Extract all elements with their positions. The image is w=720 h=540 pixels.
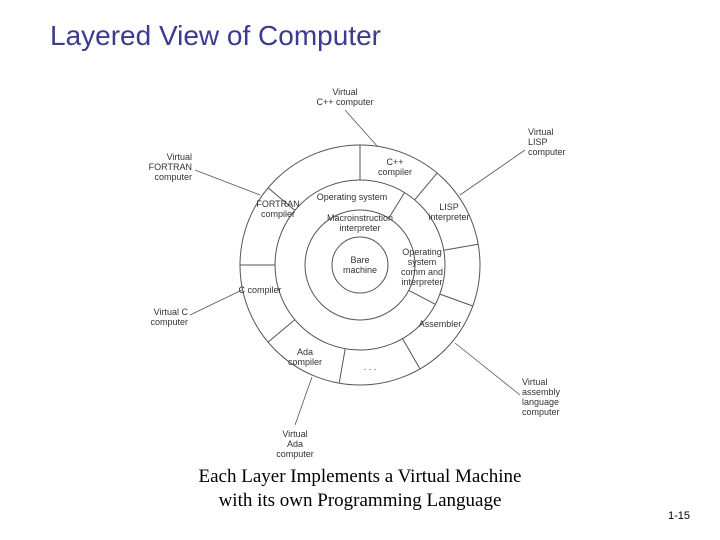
co1-1: Virtual	[528, 127, 553, 137]
co0-2: C++ computer	[316, 97, 373, 107]
r4-s3-1: Assembler	[419, 319, 462, 329]
center-label-1: Bare	[350, 255, 369, 265]
co5-1: Virtual	[167, 152, 192, 162]
co0-1: Virtual	[332, 87, 357, 97]
ring2-label-1: Macroinstruction	[327, 213, 393, 223]
r4-s6-2: compiler	[288, 357, 322, 367]
r4-s8-2: compiler	[261, 209, 295, 219]
r4-s0-2: compiler	[378, 167, 412, 177]
ring3-r3: comm and	[401, 267, 443, 277]
co2-2: assembly	[522, 387, 561, 397]
ring2-label-2: interpreter	[339, 223, 380, 233]
caption-line-1: Each Layer Implements a Virtual Machine	[199, 466, 522, 487]
co2-4: computer	[522, 407, 560, 417]
co3-2: Ada	[287, 439, 303, 449]
co2-1: Virtual	[522, 377, 547, 387]
r4-s0-1: C++	[386, 157, 403, 167]
co1-2: LISP	[528, 137, 548, 147]
ring3-r2: system	[408, 257, 437, 267]
co3-3: computer	[276, 449, 314, 459]
ring3-top: Operating system	[317, 192, 388, 202]
r4-s1-2: interpreter	[428, 212, 469, 222]
r4-s7-1: C compiler	[238, 285, 281, 295]
layered-diagram: Bare machine Macroinstruction interprete…	[140, 75, 580, 455]
center-label-2: machine	[343, 265, 377, 275]
co2-3: language	[522, 397, 559, 407]
r4-s6-1: Ada	[297, 347, 313, 357]
co4-2: computer	[150, 317, 188, 327]
slide-title: Layered View of Computer	[50, 20, 381, 52]
caption: Each Layer Implements a Virtual Machine …	[0, 465, 720, 513]
co3-1: Virtual	[282, 429, 307, 439]
page-number: 1-15	[668, 510, 690, 522]
r4-s5-1: . . .	[364, 362, 377, 372]
ring3-r1: Operating	[402, 247, 442, 257]
r4-s1-1: LISP	[439, 202, 459, 212]
r4-s8-1: FORTRAN	[256, 199, 299, 209]
co1-3: computer	[528, 147, 566, 157]
co5-3: computer	[154, 172, 192, 182]
ring3-r4: interpreter	[401, 277, 442, 287]
co4-1: Virtual C	[154, 307, 189, 317]
co5-2: FORTRAN	[149, 162, 192, 172]
caption-line-2: with its own Programming Language	[219, 490, 502, 511]
